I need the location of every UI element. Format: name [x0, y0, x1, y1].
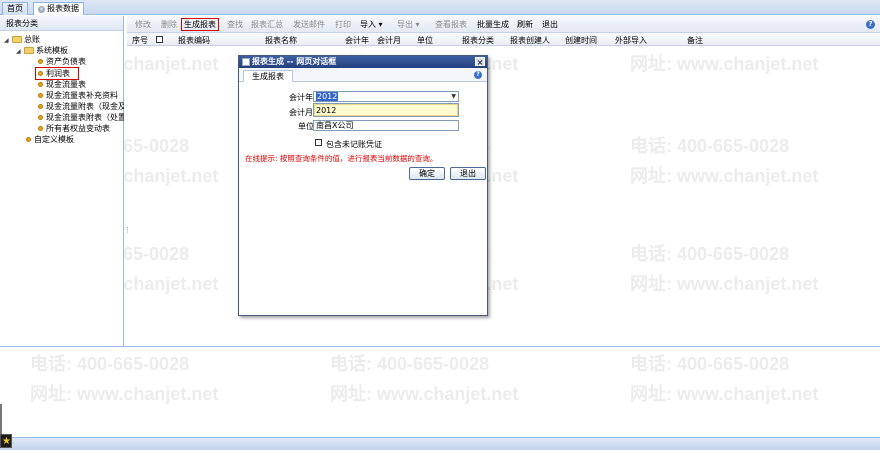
exit-dialog-button[interactable]: 退出 — [450, 167, 486, 180]
status-bar — [0, 437, 880, 450]
tab-label: 报表数据 — [47, 4, 79, 13]
export-menu-button[interactable]: 导出 ▾ — [397, 19, 420, 30]
fiscal-month-label: 会计月 — [289, 108, 313, 117]
star-icon: ★ — [2, 436, 11, 447]
generate-report-button[interactable]: 生成报表 — [181, 18, 219, 31]
dialog-title: 报表生成 -- 网页对话框 — [252, 57, 337, 66]
col-report-category[interactable]: 报表分类 — [462, 35, 494, 46]
delete-button[interactable]: 删除 — [161, 19, 177, 30]
view-report-button[interactable]: 查看报表 — [435, 19, 467, 30]
report-icon — [38, 93, 43, 98]
unit-value: 南昌X公司 — [316, 121, 354, 130]
tab-report-data[interactable]: × 报表数据 — [33, 2, 84, 15]
tree-node-custom-template[interactable]: 自定义模板 — [26, 134, 74, 145]
expand-arrow-icon[interactable]: ◢ — [4, 35, 12, 46]
dropdown-option[interactable]: 2012 — [316, 106, 336, 115]
dialog-title-bar[interactable]: 报表生成 -- 网页对话框 × — [239, 56, 487, 68]
watermark-site: 网址: www.chanjet.net — [630, 384, 819, 404]
tab-generate-report[interactable]: 生成报表 — [243, 70, 293, 82]
watermark-phone: 电话: 400-665-0028 — [630, 354, 790, 374]
find-button[interactable]: 查找 — [227, 19, 243, 30]
report-summary-button[interactable]: 报表汇总 — [251, 19, 283, 30]
report-icon — [38, 71, 43, 76]
panel-header: 报表分类 — [0, 16, 123, 31]
tree-item-balance-sheet[interactable]: 资产负债表 — [38, 56, 86, 67]
fiscal-year-value: 2012 — [316, 92, 339, 101]
exit-button[interactable]: 退出 — [542, 19, 558, 30]
tree-node-system-template[interactable]: ◢ 系统模板 — [16, 45, 68, 56]
print-button[interactable]: 打印 — [335, 19, 351, 30]
watermark-phone: 电话: 400-665-0028 — [30, 354, 190, 374]
dialog-close-button[interactable]: × — [475, 57, 485, 67]
tree-item-cash-flow-schedule[interactable]: 现金流量附表（现金及E — [38, 101, 124, 112]
report-icon — [38, 115, 43, 120]
divider — [0, 346, 880, 347]
col-fiscal-year[interactable]: 会计年 — [345, 35, 369, 46]
edit-button[interactable]: 修改 — [135, 19, 151, 30]
tree-item-equity-changes[interactable]: 所有者权益变动表 — [38, 123, 110, 134]
report-category-panel: 报表分类 ◢ 总账 ◢ 系统模板 资产负债表 利润表 现金流量表 现金流量表补充资料… — [0, 16, 124, 346]
tree-item-cash-flow[interactable]: 现金流量表 — [38, 79, 86, 90]
expand-arrow-icon[interactable]: ◢ — [16, 46, 24, 57]
close-icon[interactable]: × — [38, 6, 45, 13]
scroll-stub — [0, 404, 2, 434]
select-all-checkbox[interactable] — [156, 36, 163, 43]
tab-home[interactable]: 首页 — [2, 2, 28, 15]
col-creator[interactable]: 报表创建人 — [510, 35, 550, 46]
tab-bar: 首页 × 报表数据 — [0, 0, 880, 15]
refresh-button[interactable]: 刷新 — [517, 19, 533, 30]
fiscal-year-label: 会计年 — [289, 93, 313, 102]
col-report-code[interactable]: 报表编码 — [178, 35, 210, 46]
col-created-time[interactable]: 创建时间 — [565, 35, 597, 46]
report-icon — [26, 137, 31, 142]
ok-button[interactable]: 确定 — [409, 167, 445, 180]
tree-item-cash-flow-supplement[interactable]: 现金流量表补充资料 — [38, 90, 118, 101]
folder-icon — [12, 36, 22, 43]
col-report-name[interactable]: 报表名称 — [265, 35, 297, 46]
batch-generate-button[interactable]: 批量生成 — [477, 19, 509, 30]
tree-node-general-ledger[interactable]: ◢ 总账 — [4, 34, 40, 45]
import-menu-button[interactable]: 导入 ▾ — [360, 19, 383, 30]
chevron-down-icon[interactable]: ▼ — [451, 93, 456, 100]
unit-field[interactable]: 南昌X公司 — [313, 120, 459, 131]
online-tip: 在线提示: 按照查询条件的值，进行报表当前数据的查询。 — [245, 154, 438, 163]
col-index[interactable]: 序号 — [132, 35, 148, 46]
report-icon — [38, 126, 43, 131]
col-external-import[interactable]: 外部导入 — [615, 35, 647, 46]
report-icon — [38, 104, 43, 109]
tree-item-income-statement[interactable]: 利润表 — [35, 67, 79, 80]
unit-label: 单位 — [298, 122, 314, 131]
window-icon — [242, 58, 250, 66]
col-unit[interactable]: 单位 — [417, 35, 433, 46]
col-fiscal-month[interactable]: 会计月 — [377, 35, 401, 46]
toolbar: 修改 删除 生成报表 查找 报表汇总 发送邮件 打印 导入 ▾ 导出 ▾ 查看报… — [127, 16, 880, 33]
fiscal-year-dropdown-list[interactable]: 2012 — [313, 103, 459, 117]
include-unposted-label: 包含未记账凭证 — [326, 140, 382, 149]
dialog-tabs: 生成报表 ? — [239, 68, 487, 82]
fiscal-year-select[interactable]: 2012 ▼ — [313, 91, 459, 102]
generate-report-dialog: 报表生成 -- 网页对话框 × 生成报表 ? 会计年 2012 ▼ 会计月 20… — [238, 55, 488, 316]
help-icon[interactable]: ? — [474, 71, 482, 79]
report-grid-header: 序号 报表编码 报表名称 会计年 会计月 单位 报表分类 报表创建人 创建时间 … — [127, 33, 880, 46]
col-remark[interactable]: 备注 — [687, 35, 703, 46]
watermark-site: 网址: www.chanjet.net — [30, 384, 219, 404]
report-icon — [38, 59, 43, 64]
folder-icon — [24, 47, 34, 54]
report-icon — [38, 82, 43, 87]
tree-item-cash-flow-disposal[interactable]: 现金流量表附表（处置子 — [38, 112, 124, 123]
watermark-site: 网址: www.chanjet.net — [330, 384, 519, 404]
help-icon[interactable]: ? — [866, 20, 875, 29]
include-unposted-checkbox[interactable] — [315, 139, 322, 146]
favorites-button[interactable]: ★ — [0, 434, 12, 448]
send-email-button[interactable]: 发送邮件 — [293, 19, 325, 30]
watermark-phone: 电话: 400-665-0028 — [330, 354, 490, 374]
